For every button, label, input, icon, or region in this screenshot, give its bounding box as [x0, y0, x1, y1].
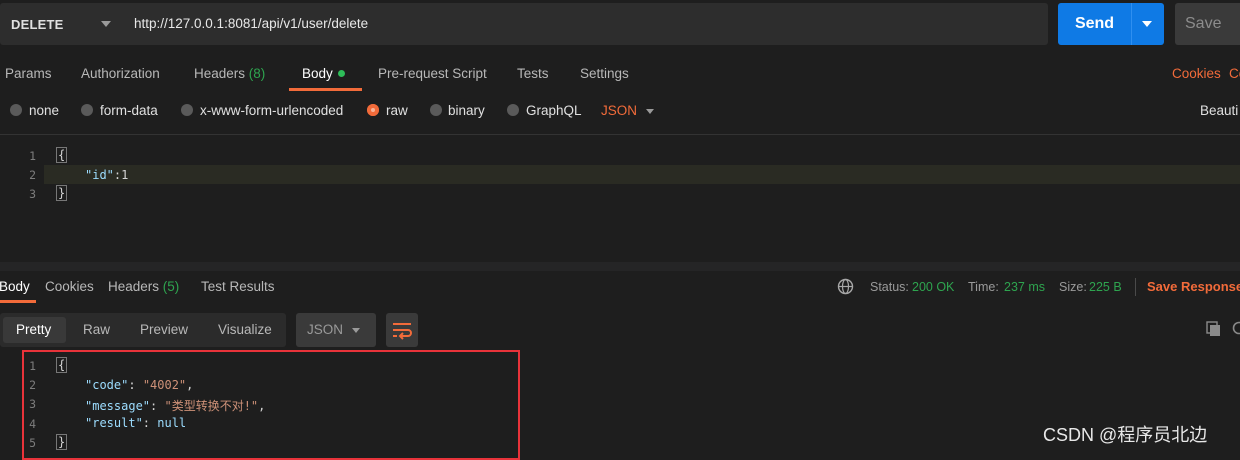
radio-form-data[interactable]	[81, 104, 93, 116]
tab-params[interactable]: Params	[5, 62, 52, 86]
time-value: 237 ms	[1004, 279, 1045, 295]
beautify-link[interactable]: Beauti	[1200, 102, 1238, 120]
radio-binary-label: binary	[448, 102, 485, 120]
line-number: 3	[2, 187, 36, 201]
save-response-button[interactable]: Save Response	[1147, 277, 1240, 297]
save-button[interactable]: Save	[1175, 3, 1240, 45]
json-value: 1	[121, 168, 128, 182]
view-raw-button[interactable]: Raw	[83, 313, 110, 347]
tab-authorization[interactable]: Authorization	[81, 62, 160, 86]
status-value: 200 OK	[912, 279, 954, 295]
response-format-select[interactable]: JSON	[296, 313, 376, 347]
response-tab-headers[interactable]: Headers (5)	[108, 277, 179, 297]
response-tab-headers-label: Headers	[108, 279, 159, 294]
highlight-annotation-box	[22, 350, 520, 460]
url-input[interactable]: http://127.0.0.1:8081/api/v1/user/delete	[134, 3, 368, 45]
response-tab-test-results[interactable]: Test Results	[201, 277, 275, 297]
code-line: {	[56, 148, 67, 162]
chevron-down-icon[interactable]	[646, 109, 654, 114]
brace: {	[56, 147, 67, 163]
chevron-down-icon[interactable]	[1142, 21, 1152, 27]
active-tab-indicator	[289, 88, 362, 91]
pane-divider[interactable]	[0, 262, 1240, 271]
request-body-editor[interactable]	[0, 134, 1240, 263]
radio-urlencoded[interactable]	[181, 104, 193, 116]
radio-urlencoded-label: x-www-form-urlencoded	[200, 102, 343, 120]
brace: }	[56, 185, 67, 201]
size-value: 225 B	[1089, 279, 1122, 295]
response-tab-body[interactable]: Body	[0, 277, 30, 297]
tab-settings[interactable]: Settings	[580, 62, 629, 86]
view-pretty-button[interactable]: Pretty	[16, 313, 51, 347]
view-visualize-button[interactable]: Visualize	[218, 313, 272, 347]
tab-prerequest-script[interactable]: Pre-request Script	[378, 62, 487, 86]
radio-none-label: none	[29, 102, 59, 120]
line-number: 1	[2, 149, 36, 163]
tab-body[interactable]: Body	[302, 62, 345, 86]
line-number: 2	[2, 168, 36, 182]
method-select[interactable]: DELETE	[0, 3, 122, 45]
json-key: "id"	[85, 168, 114, 182]
chevron-down-icon	[101, 21, 111, 27]
radio-form-data-label: form-data	[100, 102, 158, 120]
cookies-link[interactable]: Cookies	[1172, 62, 1221, 86]
tab-headers[interactable]: Headers (8)	[194, 62, 265, 86]
active-tab-indicator	[0, 300, 36, 303]
radio-binary[interactable]	[430, 104, 442, 116]
status-dot-icon	[338, 70, 345, 77]
radio-graphql-label: GraphQL	[526, 102, 582, 120]
divider	[1135, 278, 1136, 296]
wrap-lines-icon	[386, 313, 418, 347]
copy-icon[interactable]	[1205, 320, 1223, 338]
radio-graphql[interactable]	[507, 104, 519, 116]
radio-none[interactable]	[10, 104, 22, 116]
current-line-highlight	[44, 165, 1240, 184]
send-divider	[1131, 3, 1132, 45]
send-label: Send	[1058, 3, 1131, 45]
code-line: }	[56, 186, 67, 200]
tab-body-label: Body	[302, 66, 333, 81]
watermark-text: CSDN @程序员北边	[1043, 421, 1207, 447]
chevron-down-icon	[352, 328, 360, 333]
radio-raw-label: raw	[386, 102, 408, 120]
body-format-label: JSON	[601, 103, 637, 118]
wrap-lines-button[interactable]	[386, 313, 418, 347]
status-label: Status:	[870, 279, 909, 295]
send-button[interactable]: Send	[1058, 3, 1164, 45]
response-tab-cookies[interactable]: Cookies	[45, 277, 94, 297]
method-label: DELETE	[11, 17, 63, 32]
tab-tests[interactable]: Tests	[517, 62, 549, 86]
globe-icon[interactable]	[837, 278, 854, 295]
response-format-label: JSON	[307, 313, 343, 347]
view-preview-button[interactable]: Preview	[140, 313, 188, 347]
code-link[interactable]: Cc	[1229, 62, 1240, 86]
code-line: "id":1	[85, 168, 128, 182]
radio-raw[interactable]	[367, 104, 379, 116]
headers-count: (5)	[163, 279, 180, 294]
size-label: Size:	[1059, 279, 1087, 295]
tab-headers-label: Headers	[194, 66, 245, 81]
headers-count: (8)	[249, 66, 266, 81]
body-format-select[interactable]: JSON	[601, 102, 637, 120]
search-icon[interactable]	[1231, 320, 1240, 338]
time-label: Time:	[968, 279, 999, 295]
